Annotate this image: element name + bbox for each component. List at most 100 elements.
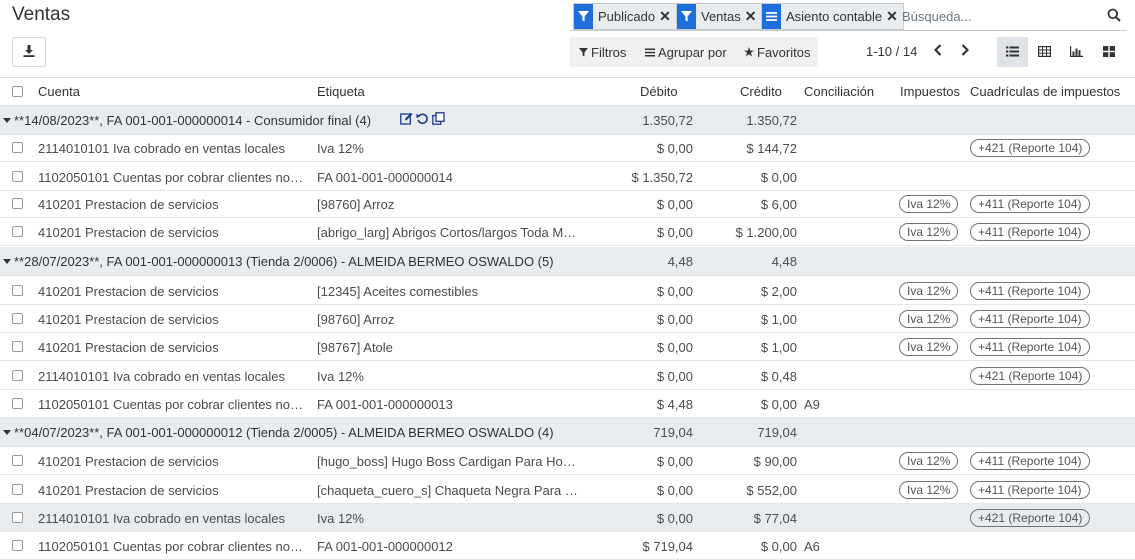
label-cell[interactable]: Iva 12% — [317, 369, 583, 384]
account-cell[interactable]: 1102050101 Cuentas por cobrar clientes n… — [38, 539, 306, 554]
kanban-view-button[interactable] — [1093, 37, 1124, 67]
credit-cell[interactable]: $ 1,00 — [700, 312, 797, 327]
account-cell[interactable]: 410201 Prestacion de servicios — [38, 312, 306, 327]
search-icon[interactable] — [1107, 8, 1123, 24]
caret-down-icon[interactable] — [3, 430, 11, 435]
row-checkbox[interactable] — [12, 484, 23, 495]
table-row[interactable]: 2114010101 Iva cobrado en ventas locales… — [0, 362, 1135, 390]
reconcile-cell[interactable]: A6 — [804, 539, 884, 554]
group-row[interactable]: **04/07/2023**, FA 001-001-000000012 (Ti… — [0, 418, 1135, 447]
duplicate-icon[interactable] — [432, 112, 445, 128]
credit-cell[interactable]: $ 0,00 — [700, 170, 797, 185]
reconcile-cell[interactable]: A9 — [804, 397, 884, 412]
row-checkbox[interactable] — [12, 341, 23, 352]
account-cell[interactable]: 410201 Prestacion de servicios — [38, 340, 306, 355]
label-cell[interactable]: Iva 12% — [317, 511, 583, 526]
debit-cell[interactable]: $ 1.350,72 — [600, 170, 693, 185]
credit-cell[interactable]: $ 77,04 — [700, 511, 797, 526]
row-checkbox[interactable] — [12, 313, 23, 324]
row-checkbox[interactable] — [12, 398, 23, 409]
caret-down-icon[interactable] — [3, 118, 11, 123]
credit-cell[interactable]: $ 144,72 — [700, 141, 797, 156]
label-cell[interactable]: [98760] Arroz — [317, 312, 583, 327]
label-cell[interactable]: [12345] Aceites comestibles — [317, 284, 583, 299]
column-header-conciliacion[interactable]: Conciliación — [804, 84, 874, 99]
label-cell[interactable]: FA 001-001-000000014 — [317, 170, 583, 185]
account-cell[interactable]: 2114010101 Iva cobrado en ventas locales — [38, 511, 306, 526]
group-row[interactable]: **14/08/2023**, FA 001-001-000000014 - C… — [0, 106, 1135, 135]
credit-cell[interactable]: $ 552,00 — [700, 483, 797, 498]
row-checkbox[interactable] — [12, 198, 23, 209]
debit-cell[interactable]: $ 719,04 — [600, 539, 693, 554]
debit-cell[interactable]: $ 0,00 — [600, 225, 693, 240]
column-header-credito[interactable]: Crédito — [740, 84, 782, 99]
account-cell[interactable]: 410201 Prestacion de servicios — [38, 454, 306, 469]
remove-facet-icon[interactable]: ✕ — [886, 4, 903, 29]
label-cell[interactable]: FA 001-001-000000012 — [317, 539, 583, 554]
debit-cell[interactable]: $ 0,00 — [600, 284, 693, 299]
credit-cell[interactable]: $ 0,00 — [700, 397, 797, 412]
label-cell[interactable]: [hugo_boss] Hugo Boss Cardigan Para Homb… — [317, 454, 583, 469]
column-header-debito[interactable]: Débito — [640, 84, 678, 99]
credit-cell[interactable]: $ 0,48 — [700, 369, 797, 384]
row-checkbox[interactable] — [12, 226, 23, 237]
caret-down-icon[interactable] — [3, 259, 11, 264]
debit-cell[interactable]: $ 0,00 — [600, 141, 693, 156]
table-row[interactable]: 410201 Prestacion de servicios [98767] At… — [0, 333, 1135, 361]
row-checkbox[interactable] — [12, 455, 23, 466]
label-cell[interactable]: [abrigo_larg] Abrigos Cortos/largos Toda… — [317, 225, 583, 240]
label-cell[interactable]: FA 001-001-000000013 — [317, 397, 583, 412]
credit-cell[interactable]: $ 1.200,00 — [700, 225, 797, 240]
account-cell[interactable]: 1102050101 Cuentas por cobrar clientes n… — [38, 170, 306, 185]
favorites-button[interactable]: Favoritos — [744, 37, 810, 67]
table-row[interactable]: 410201 Prestacion de servicios [12345] Ac… — [0, 277, 1135, 305]
filters-button[interactable]: Filtros — [579, 37, 626, 67]
debit-cell[interactable]: $ 0,00 — [600, 312, 693, 327]
credit-cell[interactable]: $ 2,00 — [700, 284, 797, 299]
row-checkbox[interactable] — [12, 370, 23, 381]
table-row[interactable]: 410201 Prestacion de servicios [98760] Ar… — [0, 190, 1135, 218]
reverse-icon[interactable] — [416, 112, 429, 128]
account-cell[interactable]: 410201 Prestacion de servicios — [38, 197, 306, 212]
column-header-cuenta[interactable]: Cuenta — [38, 84, 80, 99]
credit-cell[interactable]: $ 1,00 — [700, 340, 797, 355]
column-header-cuadriculas[interactable]: Cuadrículas de impuestos — [970, 84, 1130, 99]
debit-cell[interactable]: $ 0,00 — [600, 197, 693, 212]
table-row[interactable]: 410201 Prestacion de servicios [abrigo_la… — [0, 218, 1135, 246]
table-row[interactable]: 1102050101 Cuentas por cobrar clientes n… — [0, 532, 1135, 560]
label-cell[interactable]: Iva 12% — [317, 141, 583, 156]
table-row[interactable]: 1102050101 Cuentas por cobrar clientes n… — [0, 163, 1135, 191]
select-all-checkbox[interactable] — [12, 86, 23, 97]
remove-facet-icon[interactable]: ✕ — [745, 4, 762, 29]
account-cell[interactable]: 410201 Prestacion de servicios — [38, 284, 306, 299]
credit-cell[interactable]: $ 6,00 — [700, 197, 797, 212]
pager-previous-button[interactable] — [925, 37, 951, 65]
group-by-button[interactable]: Agrupar por — [645, 37, 727, 67]
account-cell[interactable]: 1102050101 Cuentas por cobrar clientes n… — [38, 397, 306, 412]
pager-next-button[interactable] — [952, 37, 978, 65]
debit-cell[interactable]: $ 0,00 — [600, 483, 693, 498]
label-cell[interactable]: [98760] Arroz — [317, 197, 583, 212]
table-row[interactable]: 1102050101 Cuentas por cobrar clientes n… — [0, 390, 1135, 418]
row-checkbox[interactable] — [12, 171, 23, 182]
pivot-view-button[interactable] — [1029, 37, 1060, 67]
list-view-button[interactable] — [997, 37, 1028, 67]
table-row[interactable]: 410201 Prestacion de servicios [hugo_boss… — [0, 447, 1135, 475]
account-cell[interactable]: 2114010101 Iva cobrado en ventas locales — [38, 141, 306, 156]
debit-cell[interactable]: $ 0,00 — [600, 454, 693, 469]
pager-value[interactable]: 1-10 / 14 — [866, 44, 917, 59]
export-button[interactable] — [12, 37, 46, 67]
label-cell[interactable]: [chaqueta_cuero_s] Chaqueta Negra Para H… — [317, 483, 583, 498]
debit-cell[interactable]: $ 0,00 — [600, 369, 693, 384]
credit-cell[interactable]: $ 0,00 — [700, 539, 797, 554]
debit-cell[interactable]: $ 4,48 — [600, 397, 693, 412]
row-checkbox[interactable] — [12, 512, 23, 523]
graph-view-button[interactable] — [1061, 37, 1092, 67]
row-checkbox[interactable] — [12, 540, 23, 551]
table-row[interactable]: 2114010101 Iva cobrado en ventas locales… — [0, 134, 1135, 162]
remove-facet-icon[interactable]: ✕ — [659, 4, 676, 29]
debit-cell[interactable]: $ 0,00 — [600, 340, 693, 355]
table-row[interactable]: 2114010101 Iva cobrado en ventas locales… — [0, 504, 1135, 532]
search-input[interactable] — [902, 5, 1100, 27]
account-cell[interactable]: 410201 Prestacion de servicios — [38, 225, 306, 240]
